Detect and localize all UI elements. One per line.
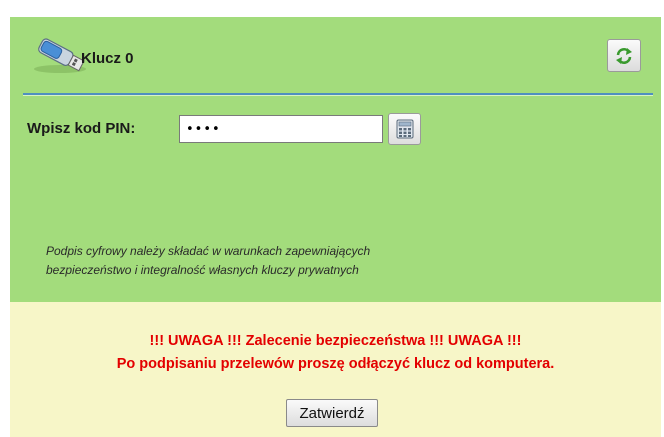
- refresh-icon: [616, 47, 632, 64]
- keypad-button[interactable]: [388, 113, 421, 145]
- security-note-line-2: bezpieczeństwo i integralność własnych k…: [46, 263, 359, 277]
- pin-input[interactable]: [179, 115, 383, 143]
- pin-label: Wpisz kod PIN:: [27, 120, 136, 137]
- warning-panel: !!! UWAGA !!! Zalecenie bezpieczeństwa !…: [10, 302, 661, 437]
- submit-button[interactable]: Zatwierdź: [286, 399, 378, 427]
- header-divider: [23, 93, 653, 96]
- warning-line-1: !!! UWAGA !!! Zalecenie bezpieczeństwa !…: [149, 333, 522, 349]
- signing-panel: Klucz 0 Wpisz kod PIN: Podp: [10, 17, 661, 302]
- refresh-button[interactable]: [607, 39, 641, 72]
- keypad-icon: [396, 119, 413, 139]
- security-note: Podpis cyfrowy należy składać w warunkac…: [46, 242, 566, 280]
- panel-header: Klucz 0: [10, 17, 661, 90]
- warning-line-2: Po podpisaniu przelewów proszę odłączyć …: [116, 356, 555, 372]
- key-name: Klucz 0: [81, 50, 134, 67]
- security-note-line-1: Podpis cyfrowy należy składać w warunkac…: [46, 244, 371, 258]
